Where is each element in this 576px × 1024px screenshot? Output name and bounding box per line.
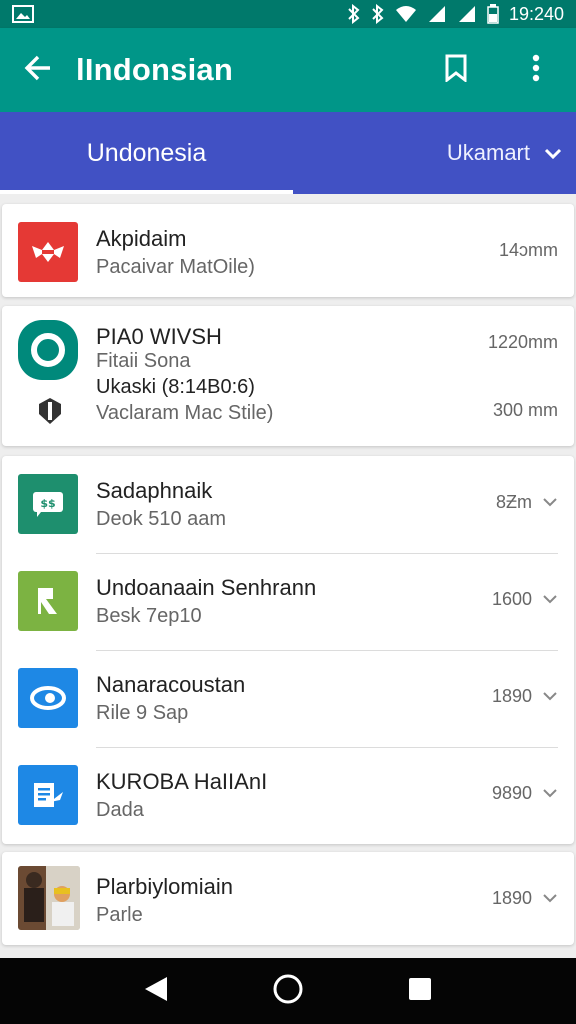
- circle-home-icon: [272, 973, 304, 1010]
- app-icon: [18, 668, 78, 728]
- square-recents-icon: [407, 976, 433, 1007]
- region-dropdown-label: Ukamart: [446, 140, 530, 165]
- shield-badge-icon: [35, 396, 65, 431]
- region-dropdown[interactable]: Ukamart: [447, 112, 562, 194]
- list-card: $$ Sadaphnaik Deok 510 aam 8Ƶm Undoanaai…: [2, 456, 574, 844]
- recents-nav-button[interactable]: [390, 961, 450, 1021]
- item-name: Undoanaain Senhrann: [96, 575, 317, 600]
- app-icon: $$: [18, 474, 78, 534]
- app-bar: lIndonsian: [0, 28, 576, 112]
- tab-undonesia[interactable]: Undonesia: [0, 112, 293, 194]
- gallery-notification-icon: [12, 5, 34, 23]
- status-bar: 19:240: [0, 0, 576, 28]
- chevron-down-icon[interactable]: [542, 688, 558, 706]
- page-title: lIndonsian: [76, 52, 233, 87]
- item-subtitle: Deok 510 aam: [96, 508, 227, 530]
- battery-icon: [487, 4, 499, 24]
- signal-icon-2: [457, 5, 477, 23]
- navigation-bar: [0, 958, 576, 1024]
- list-item[interactable]: PIA0 WIVSH Fitaii Sona Ukaski (8:14B0:6)…: [2, 306, 574, 446]
- item-size: 1890: [491, 888, 532, 908]
- triangle-back-icon: [143, 975, 169, 1008]
- item-size: 8Ƶm: [496, 492, 532, 512]
- app-icon: [18, 222, 78, 282]
- signal-icon: [427, 5, 447, 23]
- item-subtitle: Fitaii Sona: [96, 350, 191, 372]
- item-size-2: 300 mm: [492, 400, 558, 420]
- arrow-back-icon: [24, 55, 52, 86]
- item-subtitle: Parle: [96, 904, 143, 926]
- item-name: Sadaphnaik: [96, 478, 213, 503]
- list-item[interactable]: Plarbiylomiain Parle 1890: [2, 852, 574, 945]
- list-item[interactable]: Nanaracoustan Rile 9 Sap 1890: [2, 650, 574, 747]
- back-button[interactable]: [0, 28, 76, 112]
- item-name: PIA0 WIVSH: [96, 324, 222, 349]
- chevron-down-icon[interactable]: [542, 591, 558, 609]
- app-icon: [18, 765, 78, 825]
- back-nav-button[interactable]: [126, 961, 186, 1021]
- more-vert-icon: [532, 54, 540, 87]
- list-item[interactable]: KUROBA HaIIAnI Dada 9890: [2, 747, 574, 844]
- list-item[interactable]: $$ Sadaphnaik Deok 510 aam 8Ƶm: [2, 456, 574, 553]
- bluetooth-icon-2: [371, 4, 385, 24]
- item-size: 1600: [491, 589, 532, 609]
- item-subtitle: Dada: [96, 799, 144, 821]
- tab-indicator: [0, 190, 293, 194]
- item-subtitle: Besk 7ep10: [96, 605, 202, 627]
- app-icon: [18, 320, 78, 380]
- chevron-down-icon[interactable]: [542, 890, 558, 908]
- item-subtitle: Pacaivar MatOile): [96, 256, 255, 278]
- item-size: 1220mm: [487, 332, 558, 352]
- list-card: Plarbiylomiain Parle 1890: [2, 852, 574, 945]
- wifi-icon: [395, 5, 417, 23]
- list-item[interactable]: Undoanaain Senhrann Besk 7ep10 1600: [2, 553, 574, 650]
- chevron-down-icon[interactable]: [542, 785, 558, 803]
- item-detail: Ukaski (8:14B0:6): [96, 376, 255, 398]
- item-name: Akpidaim: [96, 226, 187, 251]
- bluetooth-icon: [347, 4, 361, 24]
- item-size: 1890: [491, 686, 532, 706]
- list-item[interactable]: Akpidaim Pacaivar MatOile) 14ɔmm: [2, 204, 574, 297]
- item-size: 9890: [491, 783, 532, 803]
- svg-text:$$: $$: [40, 497, 55, 510]
- bookmark-button[interactable]: [416, 28, 496, 112]
- item-name: KUROBA HaIIAnI: [96, 769, 268, 794]
- item-name: Nanaracoustan: [96, 672, 246, 697]
- list-card: PIA0 WIVSH Fitaii Sona Ukaski (8:14B0:6)…: [2, 306, 574, 446]
- app-icon: [18, 571, 78, 631]
- more-options-button[interactable]: [496, 28, 576, 112]
- item-size: 14ɔmm: [498, 240, 558, 260]
- chevron-down-icon: [544, 140, 562, 166]
- item-subtitle: Rile 9 Sap: [96, 702, 189, 724]
- item-subtitle-2: Vaclaram Mac Stile): [96, 402, 274, 424]
- tab-bar: Undonesia Ukamart: [0, 112, 576, 194]
- bookmark-icon: [444, 54, 468, 87]
- list-card: Akpidaim Pacaivar MatOile) 14ɔmm: [2, 204, 574, 297]
- status-time: 19:240: [508, 3, 564, 24]
- chevron-down-icon[interactable]: [542, 494, 558, 512]
- home-nav-button[interactable]: [258, 961, 318, 1021]
- photo-thumbnail: [18, 866, 80, 930]
- item-name: Plarbiylomiain: [96, 874, 233, 899]
